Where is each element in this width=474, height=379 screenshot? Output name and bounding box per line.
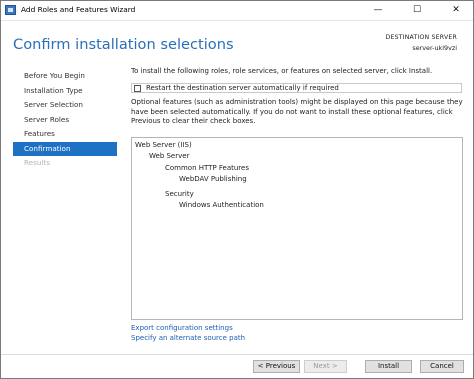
restart-checkbox[interactable] [134,85,141,92]
nav-item-results: Results [24,158,50,167]
previous-button[interactable]: < Previous [253,360,300,373]
nav-item-features[interactable]: Features [13,127,117,142]
intro-text: To install the following roles, role ser… [131,67,433,75]
minimize-button[interactable]: — [364,1,392,20]
feature-web-server: Web Server [149,152,190,160]
feature-webdav-publishing: WebDAV Publishing [179,175,247,183]
install-button[interactable]: Install [365,360,412,373]
feature-web-server-iis: Web Server (IIS) [135,141,192,149]
optional-features-note: Optional features (such as administratio… [131,98,463,125]
links-section: Export configuration settings Specify an… [131,323,245,343]
maximize-button[interactable]: ☐ [403,1,431,20]
feature-security: Security [165,190,194,198]
restart-option[interactable]: Restart the destination server automatic… [131,83,462,93]
page-title: Confirm installation selections [13,36,234,53]
alternate-source-link[interactable]: Specify an alternate source path [131,333,245,343]
nav-item-confirmation[interactable]: Confirmation [13,141,117,156]
cancel-button[interactable]: Cancel [420,360,464,373]
wizard-window: Add Roles and Features Wizard — ☐ ✕ Conf… [0,0,474,379]
destination-server-label: DESTINATION SERVER [385,34,457,41]
footer-divider [1,354,473,355]
nav-item-server-selection[interactable]: Server Selection [13,98,117,113]
destination-server-name: server-ukl9vzi [412,44,457,52]
feature-common-http-features: Common HTTP Features [165,164,249,172]
wizard-header: Confirm installation selections DESTINAT… [1,21,473,63]
window-title: Add Roles and Features Wizard [21,5,136,14]
nav-item-server-roles[interactable]: Server Roles [13,113,117,128]
close-button[interactable]: ✕ [442,1,470,20]
selected-features-list: Web Server (IIS) Web Server Common HTTP … [131,137,463,320]
restart-label[interactable]: Restart the destination server automatic… [146,84,339,93]
export-configuration-link[interactable]: Export configuration settings [131,323,245,333]
feature-windows-authentication: Windows Authentication [179,201,264,209]
wizard-nav: Before You Begin Installation Type Serve… [13,69,117,171]
title-bar[interactable]: Add Roles and Features Wizard — ☐ ✕ [1,1,473,21]
server-manager-icon [5,5,16,15]
next-button: Next > [304,360,347,373]
nav-item-installation-type[interactable]: Installation Type [13,84,117,99]
nav-item-before-you-begin[interactable]: Before You Begin [13,69,117,84]
